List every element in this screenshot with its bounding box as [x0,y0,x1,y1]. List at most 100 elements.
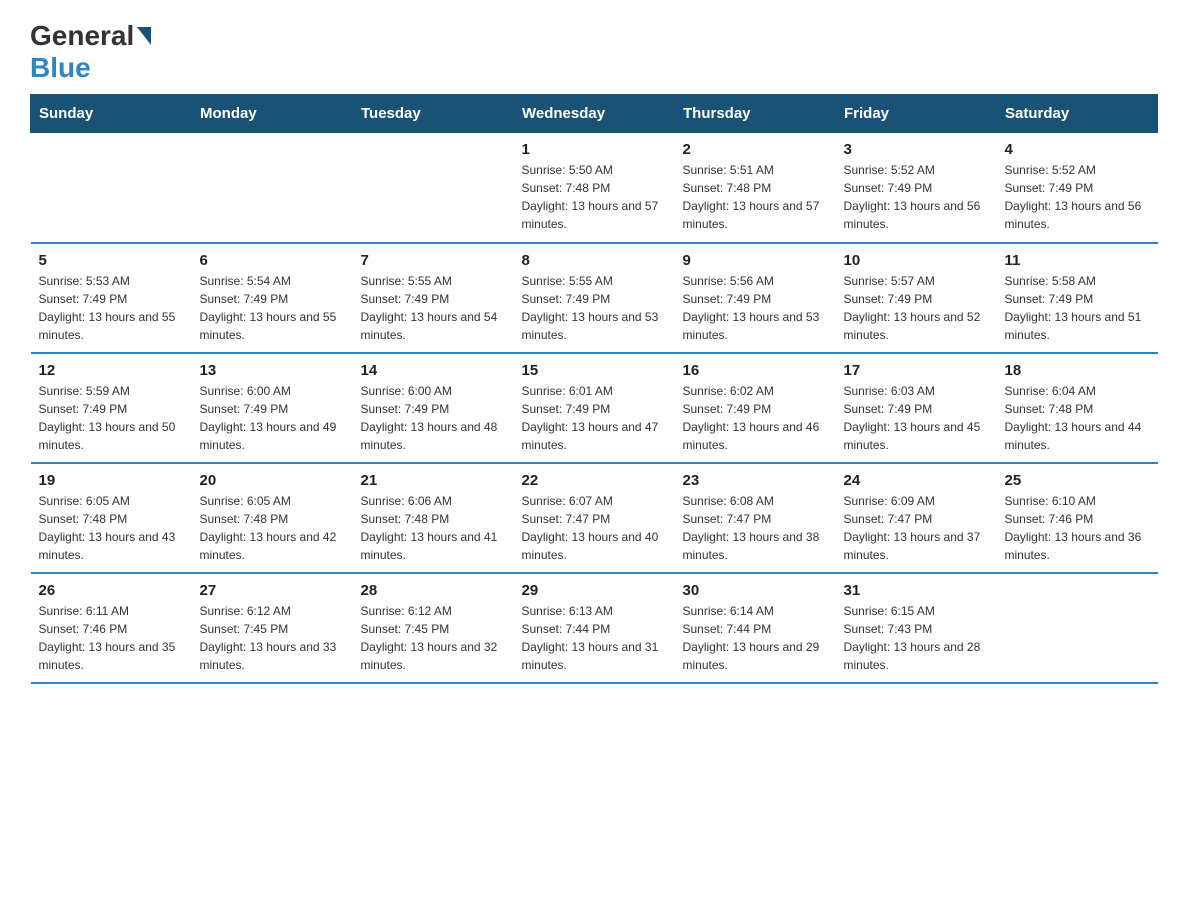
calendar-cell: 29 Sunrise: 6:13 AM Sunset: 7:44 PM Dayli… [514,573,675,683]
day-info: Sunrise: 6:09 AM Sunset: 7:47 PM Dayligh… [844,492,989,564]
day-number: 23 [683,472,828,489]
day-info: Sunrise: 5:57 AM Sunset: 7:49 PM Dayligh… [844,272,989,344]
day-info: Sunrise: 6:05 AM Sunset: 7:48 PM Dayligh… [39,492,184,564]
calendar-cell: 22 Sunrise: 6:07 AM Sunset: 7:47 PM Dayli… [514,463,675,573]
weekday-header-sunday: Sunday [31,95,192,133]
day-number: 7 [361,252,506,269]
day-number: 11 [1005,252,1150,269]
logo: General Blue [30,20,153,84]
day-info: Sunrise: 5:58 AM Sunset: 7:49 PM Dayligh… [1005,272,1150,344]
calendar-cell: 10Sunrise: 5:57 AM Sunset: 7:49 PM Dayli… [836,243,997,353]
calendar-cell: 12Sunrise: 5:59 AM Sunset: 7:49 PM Dayli… [31,353,192,463]
day-info: Sunrise: 6:12 AM Sunset: 7:45 PM Dayligh… [361,602,506,674]
day-info: Sunrise: 6:14 AM Sunset: 7:44 PM Dayligh… [683,602,828,674]
day-info: Sunrise: 6:11 AM Sunset: 7:46 PM Dayligh… [39,602,184,674]
calendar-cell: 7 Sunrise: 5:55 AM Sunset: 7:49 PM Daylig… [353,243,514,353]
calendar-cell [192,133,353,243]
calendar-cell: 26 Sunrise: 6:11 AM Sunset: 7:46 PM Dayli… [31,573,192,683]
day-info: Sunrise: 6:04 AM Sunset: 7:48 PM Dayligh… [1005,382,1150,454]
calendar-cell: 13 Sunrise: 6:00 AM Sunset: 7:49 PM Dayli… [192,353,353,463]
calendar-cell: 15 Sunrise: 6:01 AM Sunset: 7:49 PM Dayli… [514,353,675,463]
day-info: Sunrise: 6:03 AM Sunset: 7:49 PM Dayligh… [844,382,989,454]
calendar-cell: 19Sunrise: 6:05 AM Sunset: 7:48 PM Dayli… [31,463,192,573]
day-info: Sunrise: 6:10 AM Sunset: 7:46 PM Dayligh… [1005,492,1150,564]
weekday-header-tuesday: Tuesday [353,95,514,133]
calendar-cell: 17Sunrise: 6:03 AM Sunset: 7:49 PM Dayli… [836,353,997,463]
day-number: 29 [522,582,667,599]
day-info: Sunrise: 6:13 AM Sunset: 7:44 PM Dayligh… [522,602,667,674]
calendar-cell: 14 Sunrise: 6:00 AM Sunset: 7:49 PM Dayli… [353,353,514,463]
week-row-2: 5Sunrise: 5:53 AM Sunset: 7:49 PM Daylig… [31,243,1158,353]
day-info: Sunrise: 5:55 AM Sunset: 7:49 PM Dayligh… [361,272,506,344]
week-row-3: 12Sunrise: 5:59 AM Sunset: 7:49 PM Dayli… [31,353,1158,463]
calendar-cell: 1 Sunrise: 5:50 AM Sunset: 7:48 PM Daylig… [514,133,675,243]
day-number: 6 [200,252,345,269]
day-info: Sunrise: 5:56 AM Sunset: 7:49 PM Dayligh… [683,272,828,344]
day-info: Sunrise: 6:01 AM Sunset: 7:49 PM Dayligh… [522,382,667,454]
day-info: Sunrise: 6:05 AM Sunset: 7:48 PM Dayligh… [200,492,345,564]
day-number: 15 [522,362,667,379]
day-info: Sunrise: 6:00 AM Sunset: 7:49 PM Dayligh… [200,382,345,454]
logo-triangle-icon [137,27,151,45]
weekday-header-monday: Monday [192,95,353,133]
day-info: Sunrise: 6:06 AM Sunset: 7:48 PM Dayligh… [361,492,506,564]
calendar-cell: 9 Sunrise: 5:56 AM Sunset: 7:49 PM Daylig… [675,243,836,353]
weekday-header-wednesday: Wednesday [514,95,675,133]
calendar-cell: 30Sunrise: 6:14 AM Sunset: 7:44 PM Dayli… [675,573,836,683]
day-number: 14 [361,362,506,379]
day-number: 5 [39,252,184,269]
day-number: 13 [200,362,345,379]
calendar-cell: 8Sunrise: 5:55 AM Sunset: 7:49 PM Daylig… [514,243,675,353]
day-number: 25 [1005,472,1150,489]
weekday-header-saturday: Saturday [997,95,1158,133]
calendar-cell: 2 Sunrise: 5:51 AM Sunset: 7:48 PM Daylig… [675,133,836,243]
calendar-cell: 24 Sunrise: 6:09 AM Sunset: 7:47 PM Dayli… [836,463,997,573]
day-number: 12 [39,362,184,379]
calendar-cell: 6 Sunrise: 5:54 AM Sunset: 7:49 PM Daylig… [192,243,353,353]
day-number: 24 [844,472,989,489]
calendar-cell: 31 Sunrise: 6:15 AM Sunset: 7:43 PM Dayli… [836,573,997,683]
page-header: General Blue [30,20,1158,84]
day-number: 21 [361,472,506,489]
calendar-cell: 20 Sunrise: 6:05 AM Sunset: 7:48 PM Dayli… [192,463,353,573]
week-row-5: 26 Sunrise: 6:11 AM Sunset: 7:46 PM Dayli… [31,573,1158,683]
day-number: 2 [683,141,828,158]
day-info: Sunrise: 6:12 AM Sunset: 7:45 PM Dayligh… [200,602,345,674]
day-info: Sunrise: 6:02 AM Sunset: 7:49 PM Dayligh… [683,382,828,454]
calendar-cell: 23 Sunrise: 6:08 AM Sunset: 7:47 PM Dayli… [675,463,836,573]
calendar-cell [353,133,514,243]
day-number: 22 [522,472,667,489]
day-info: Sunrise: 5:50 AM Sunset: 7:48 PM Dayligh… [522,161,667,233]
calendar-cell [997,573,1158,683]
weekday-header-thursday: Thursday [675,95,836,133]
day-info: Sunrise: 6:07 AM Sunset: 7:47 PM Dayligh… [522,492,667,564]
day-number: 18 [1005,362,1150,379]
day-info: Sunrise: 6:00 AM Sunset: 7:49 PM Dayligh… [361,382,506,454]
day-info: Sunrise: 5:52 AM Sunset: 7:49 PM Dayligh… [844,161,989,233]
calendar-cell: 3Sunrise: 5:52 AM Sunset: 7:49 PM Daylig… [836,133,997,243]
week-row-4: 19Sunrise: 6:05 AM Sunset: 7:48 PM Dayli… [31,463,1158,573]
day-number: 4 [1005,141,1150,158]
calendar-table: SundayMondayTuesdayWednesdayThursdayFrid… [30,94,1158,684]
calendar-cell: 16Sunrise: 6:02 AM Sunset: 7:49 PM Dayli… [675,353,836,463]
day-info: Sunrise: 6:15 AM Sunset: 7:43 PM Dayligh… [844,602,989,674]
calendar-header: SundayMondayTuesdayWednesdayThursdayFrid… [31,95,1158,133]
calendar-cell: 21 Sunrise: 6:06 AM Sunset: 7:48 PM Dayli… [353,463,514,573]
calendar-cell: 4Sunrise: 5:52 AM Sunset: 7:49 PM Daylig… [997,133,1158,243]
day-number: 1 [522,141,667,158]
day-number: 28 [361,582,506,599]
weekday-header-friday: Friday [836,95,997,133]
day-info: Sunrise: 5:51 AM Sunset: 7:48 PM Dayligh… [683,161,828,233]
calendar-cell: 28 Sunrise: 6:12 AM Sunset: 7:45 PM Dayli… [353,573,514,683]
weekday-header-row: SundayMondayTuesdayWednesdayThursdayFrid… [31,95,1158,133]
day-number: 31 [844,582,989,599]
calendar-cell: 18 Sunrise: 6:04 AM Sunset: 7:48 PM Dayli… [997,353,1158,463]
day-number: 26 [39,582,184,599]
day-info: Sunrise: 5:54 AM Sunset: 7:49 PM Dayligh… [200,272,345,344]
day-number: 20 [200,472,345,489]
logo-general-text: General [30,20,134,52]
calendar-cell: 11 Sunrise: 5:58 AM Sunset: 7:49 PM Dayli… [997,243,1158,353]
day-info: Sunrise: 6:08 AM Sunset: 7:47 PM Dayligh… [683,492,828,564]
day-number: 9 [683,252,828,269]
logo-blue-text: Blue [30,52,91,83]
